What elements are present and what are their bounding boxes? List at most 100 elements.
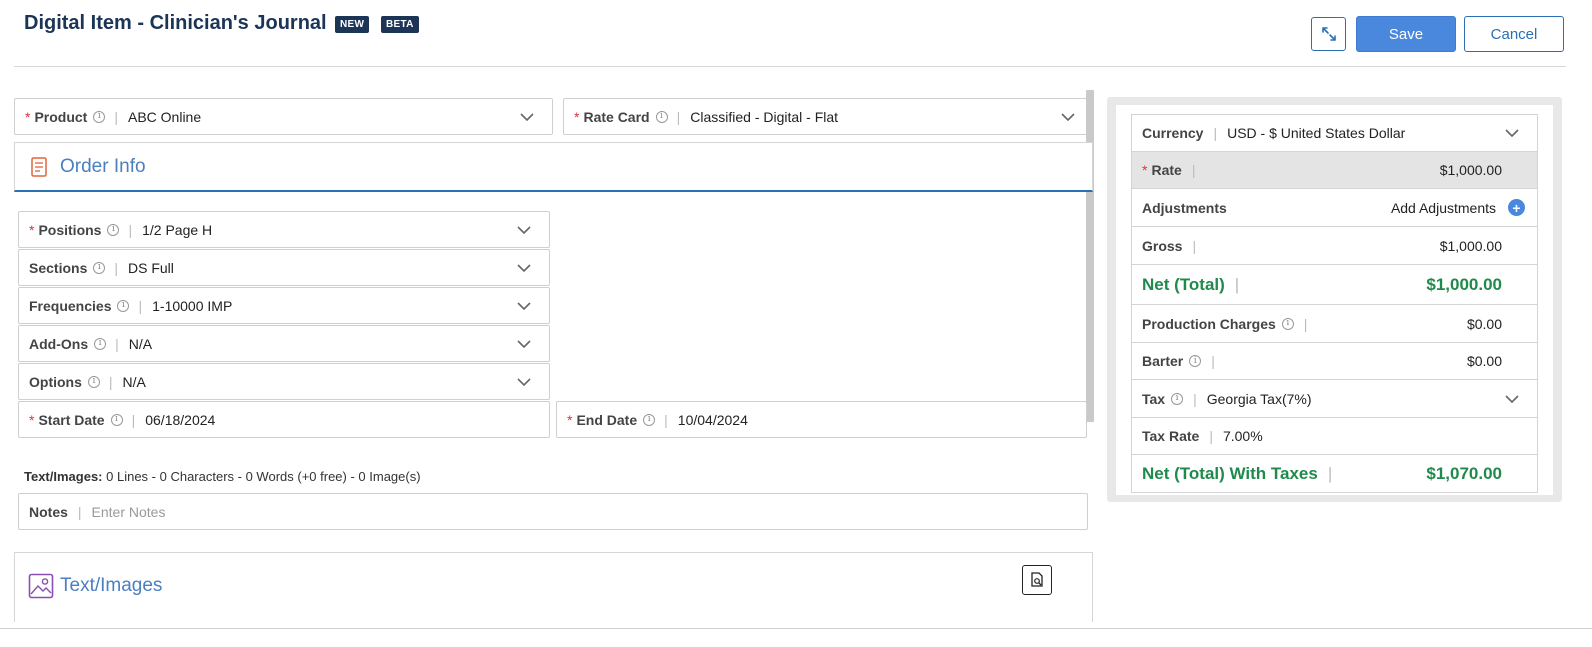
addons-label: Add-Ons (29, 335, 89, 352)
image-icon (28, 573, 54, 599)
separator: | (115, 335, 119, 352)
chevron-down-icon (1061, 113, 1075, 122)
separator: | (128, 221, 133, 238)
net-with-taxes-row: Net (Total) With Taxes | $1,070.00 (1131, 455, 1538, 493)
tax-rate-value: 7.00% (1222, 428, 1263, 444)
info-icon: i (93, 261, 106, 274)
info-icon: i (110, 413, 123, 426)
info-icon: i (94, 337, 107, 350)
info-icon: i (87, 375, 100, 388)
net-total-value: $1,000.00 (1426, 274, 1502, 294)
barter-label: Barter (1142, 353, 1184, 369)
save-button[interactable]: Save (1356, 16, 1456, 52)
tax-rate-row: Tax Rate | 7.00% (1131, 418, 1538, 455)
end-date-field[interactable]: * End Date i | 10/04/2024 (556, 401, 1087, 438)
info-icon: i (117, 299, 130, 312)
rate-card-label: Rate Card (583, 108, 650, 125)
text-images-section (14, 552, 1093, 622)
tax-select[interactable]: Tax i | Georgia Tax(7%) (1131, 380, 1538, 418)
chevron-down-icon (1505, 394, 1519, 403)
required-marker: * (567, 411, 573, 428)
currency-select[interactable]: Currency | USD - $ United States Dollar (1131, 114, 1538, 152)
chevron-down-icon (520, 113, 534, 122)
separator: | (138, 297, 143, 314)
chevron-down-icon (517, 226, 531, 235)
production-charges-row: Production Charges i | $0.00 (1131, 305, 1538, 343)
rate-card-value: Classified - Digital - Flat (690, 108, 839, 125)
required-marker: * (1142, 162, 1148, 178)
plus-icon: + (1508, 199, 1525, 216)
text-images-title: Text/Images (28, 573, 162, 599)
start-date-field[interactable]: * Start Date i | 06/18/2024 (18, 401, 550, 438)
chevron-down-icon (517, 340, 531, 349)
positions-label: Positions (38, 221, 102, 238)
vertical-scrollbar[interactable] (1086, 90, 1094, 422)
sections-select[interactable]: Sections i | DS Full (18, 249, 550, 286)
options-select[interactable]: Options i | N/A (18, 363, 550, 400)
add-adjustments-button[interactable]: Add Adjustments + (1391, 199, 1525, 216)
positions-select[interactable]: * Positions i | 1/2 Page H (18, 211, 550, 248)
product-value: ABC Online (127, 108, 202, 125)
cancel-button[interactable]: Cancel (1464, 16, 1564, 52)
adjustments-row: Adjustments Add Adjustments + (1131, 189, 1538, 227)
chevron-down-icon (1505, 129, 1519, 138)
frequencies-label: Frequencies (29, 297, 112, 314)
product-select[interactable]: * Product i | ABC Online (14, 98, 553, 135)
currency-label: Currency (1142, 125, 1204, 141)
add-adjustments-label: Add Adjustments (1390, 199, 1496, 216)
order-info-header[interactable] (14, 142, 1093, 192)
expand-icon (1321, 27, 1336, 41)
text-images-summary: Text/Images: 0 Lines - 0 Characters - 0 … (24, 469, 421, 484)
tax-label: Tax (1142, 390, 1166, 407)
preview-button[interactable] (1022, 565, 1052, 595)
text-images-summary-label: Text/Images: (24, 469, 103, 484)
info-icon: i (107, 223, 120, 236)
barter-value: $0.00 (1466, 353, 1502, 369)
required-marker: * (574, 108, 580, 125)
adjustments-label: Adjustments (1142, 199, 1227, 216)
order-info-label: Order Info (60, 156, 146, 177)
options-label: Options (29, 373, 82, 390)
separator: | (664, 411, 668, 428)
production-charges-value: $0.00 (1466, 315, 1502, 332)
separator: | (1192, 237, 1197, 254)
separator: | (1191, 162, 1196, 178)
positions-value: 1/2 Page H (142, 221, 213, 238)
separator: | (131, 411, 136, 428)
required-marker: * (29, 411, 35, 428)
barter-row: Barter i | $0.00 (1131, 343, 1538, 380)
separator: | (1213, 125, 1218, 141)
beta-badge: BETA (381, 16, 419, 33)
rate-card-select[interactable]: * Rate Card i | Classified - Digital - F… (563, 98, 1094, 135)
tax-value: Georgia Tax(7%) (1206, 390, 1312, 407)
net-total-row: Net (Total) | $1,000.00 (1131, 265, 1538, 305)
addons-select[interactable]: Add-Ons i | N/A (18, 325, 550, 362)
options-value: N/A (122, 373, 146, 390)
document-search-icon (1031, 572, 1043, 587)
net-with-taxes-value: $1,070.00 (1426, 463, 1502, 483)
net-with-taxes-label: Net (Total) With Taxes (1142, 463, 1318, 483)
chevron-down-icon (517, 264, 531, 273)
expand-button[interactable] (1311, 17, 1346, 51)
separator: | (1234, 274, 1240, 294)
new-badge: NEW (335, 16, 370, 33)
net-total-label: Net (Total) (1142, 274, 1225, 294)
text-images-summary-value: 0 Lines - 0 Characters - 0 Words (+0 fre… (106, 469, 421, 484)
rate-row: * Rate | $1,000.00 (1131, 152, 1538, 189)
info-icon: i (655, 110, 668, 123)
end-date-label: End Date (576, 411, 638, 428)
separator: | (1327, 463, 1333, 483)
currency-value: USD - $ United States Dollar (1227, 125, 1406, 141)
production-charges-label: Production Charges (1142, 315, 1276, 332)
text-images-label: Text/Images (60, 575, 163, 596)
info-icon: i (1281, 317, 1294, 330)
frequencies-select[interactable]: Frequencies i | 1-10000 IMP (18, 287, 550, 324)
notes-field[interactable]: Notes | (18, 493, 1088, 530)
info-icon: i (1189, 355, 1202, 367)
receipt-icon (31, 157, 47, 177)
start-date-value: 06/18/2024 (145, 411, 216, 428)
header: Digital Item - Clinician's Journal NEW B… (0, 0, 1592, 68)
notes-label: Notes (29, 503, 68, 520)
notes-input[interactable] (91, 503, 992, 520)
end-date-value: 10/04/2024 (677, 411, 748, 428)
